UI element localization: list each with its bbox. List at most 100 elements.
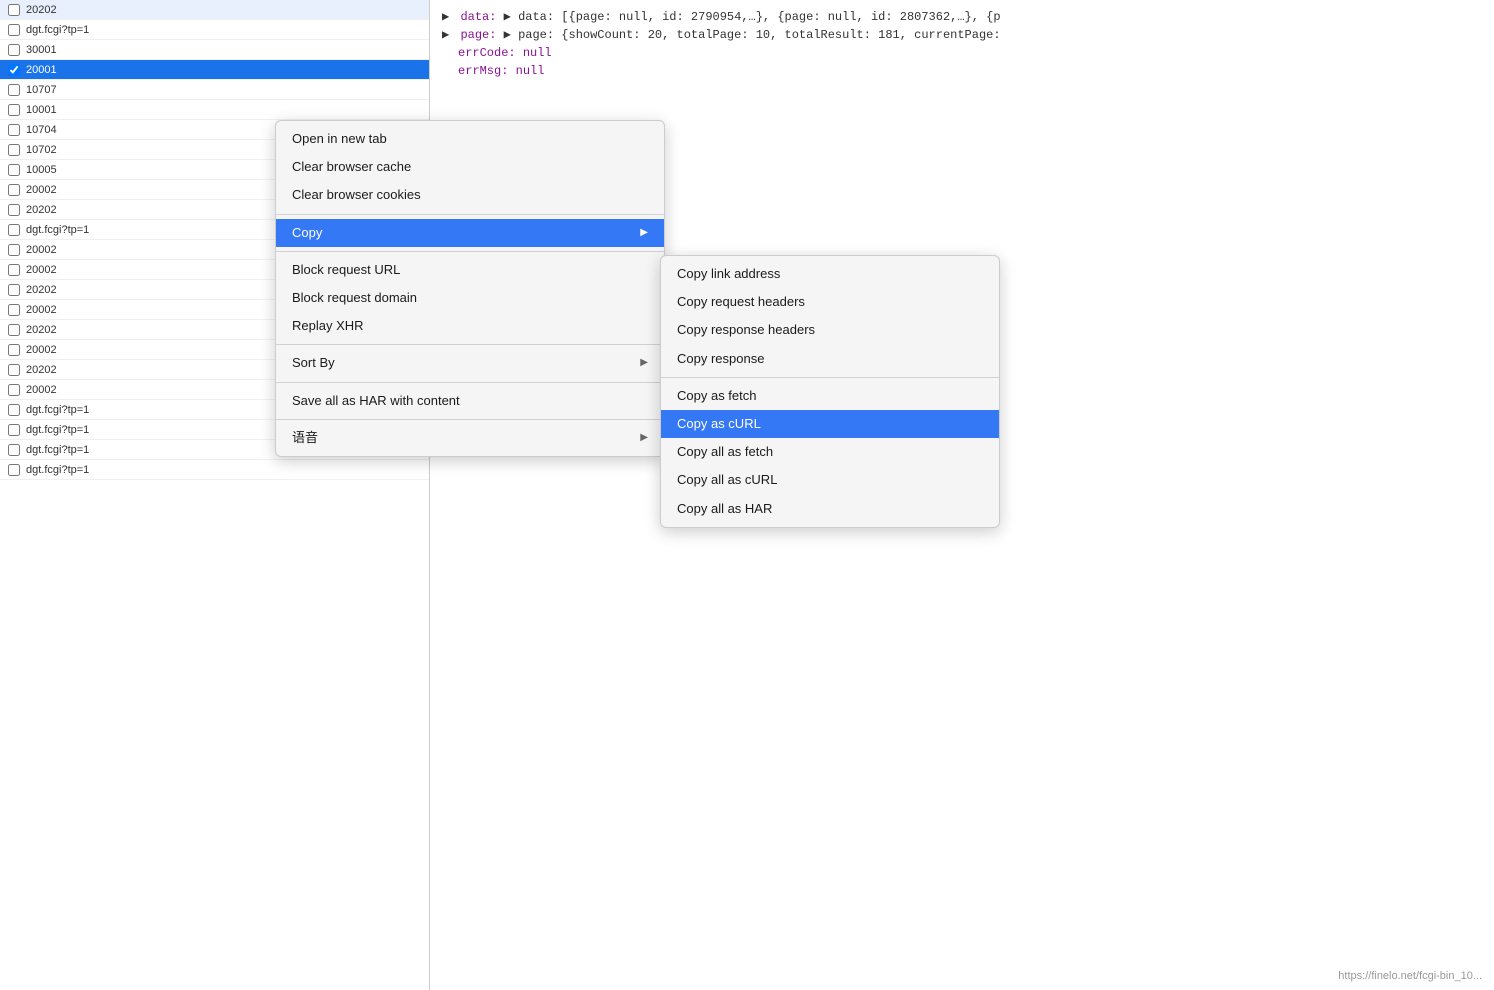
network-item[interactable]: 20001 — [0, 60, 429, 80]
network-item-label: 20002 — [26, 344, 57, 356]
network-item-label: 20001 — [26, 64, 57, 76]
value-errmsg: null — [516, 64, 545, 78]
response-line-errmsg: errMsg: null — [442, 62, 1482, 80]
submenu-item-copy-link-address[interactable]: Copy link address — [661, 260, 999, 288]
network-item-checkbox[interactable] — [8, 444, 20, 456]
network-item-checkbox[interactable] — [8, 64, 20, 76]
submenu-item-copy-as-curl[interactable]: Copy as cURL — [661, 410, 999, 438]
menu-item-save-har[interactable]: Save all as HAR with content — [276, 387, 664, 415]
submenu-item-label: Copy response — [677, 350, 764, 368]
network-item-label: 20002 — [26, 304, 57, 316]
menu-item-block-url[interactable]: Block request URL — [276, 256, 664, 284]
network-item-checkbox[interactable] — [8, 44, 20, 56]
response-line-errcode: errCode: null — [442, 44, 1482, 62]
network-item[interactable]: 10001 — [0, 100, 429, 120]
submenu-separator — [661, 377, 999, 378]
menu-item-clear-cookies[interactable]: Clear browser cookies — [276, 181, 664, 209]
network-item-checkbox[interactable] — [8, 324, 20, 336]
network-item-label: dgt.fcgi?tp=1 — [26, 424, 89, 436]
menu-item-replay-xhr[interactable]: Replay XHR — [276, 312, 664, 340]
network-item[interactable]: 30001 — [0, 40, 429, 60]
submenu-item-copy-response-headers[interactable]: Copy response headers — [661, 316, 999, 344]
key-errmsg: errMsg: — [458, 64, 508, 78]
network-item-checkbox[interactable] — [8, 264, 20, 276]
network-item-checkbox[interactable] — [8, 164, 20, 176]
expand-arrow-data: ▶ — [442, 10, 449, 24]
network-item-label: dgt.fcgi?tp=1 — [26, 404, 89, 416]
key-errcode: errCode: — [458, 46, 516, 60]
network-item[interactable]: 20202 — [0, 0, 429, 20]
menu-item-copy[interactable]: Copy▶ — [276, 219, 664, 247]
expand-arrow-page: ▶ — [442, 28, 449, 42]
submenu-item-copy-response[interactable]: Copy response — [661, 345, 999, 373]
network-item-label: 20002 — [26, 184, 57, 196]
menu-item-label: Block request URL — [292, 261, 400, 279]
network-item-checkbox[interactable] — [8, 144, 20, 156]
menu-separator — [276, 214, 664, 215]
response-line-data: ▶ data: ▶ data: [{page: null, id: 279095… — [442, 8, 1482, 26]
submenu-item-label: Copy response headers — [677, 321, 815, 339]
network-item-checkbox[interactable] — [8, 204, 20, 216]
context-menu: Open in new tab Clear browser cache Clear … — [275, 120, 665, 457]
network-item-checkbox[interactable] — [8, 464, 20, 476]
submenu-item-copy-as-fetch[interactable]: Copy as fetch — [661, 382, 999, 410]
menu-item-label: Block request domain — [292, 289, 417, 307]
value-data: ▶ data: [{page: null, id: 2790954,…}, {p… — [504, 10, 1001, 24]
network-item-checkbox[interactable] — [8, 24, 20, 36]
network-item-checkbox[interactable] — [8, 184, 20, 196]
menu-separator — [276, 344, 664, 345]
network-item-label: 20202 — [26, 284, 57, 296]
network-item-label: 10707 — [26, 84, 57, 96]
menu-item-language[interactable]: 语音▶ — [276, 424, 664, 452]
menu-item-label: Clear browser cookies — [292, 186, 421, 204]
submenu-item-copy-all-as-har[interactable]: Copy all as HAR — [661, 495, 999, 523]
menu-item-label: Replay XHR — [292, 317, 364, 335]
network-item-label: dgt.fcgi?tp=1 — [26, 24, 89, 36]
network-item-checkbox[interactable] — [8, 84, 20, 96]
submenu-item-label: Copy as cURL — [677, 415, 761, 433]
menu-item-label: Open in new tab — [292, 130, 387, 148]
menu-item-open-new-tab[interactable]: Open in new tab — [276, 125, 664, 153]
key-page: page: — [460, 28, 503, 42]
submenu-arrow-icon: ▶ — [640, 356, 648, 370]
menu-item-sort-by[interactable]: Sort By ▶ — [276, 349, 664, 377]
network-item-checkbox[interactable] — [8, 424, 20, 436]
network-item-checkbox[interactable] — [8, 124, 20, 136]
submenu-item-copy-request-headers[interactable]: Copy request headers — [661, 288, 999, 316]
menu-separator — [276, 251, 664, 252]
submenu-item-label: Copy link address — [677, 265, 780, 283]
network-item-checkbox[interactable] — [8, 224, 20, 236]
network-item-checkbox[interactable] — [8, 304, 20, 316]
network-item-label: 20002 — [26, 244, 57, 256]
network-item-checkbox[interactable] — [8, 104, 20, 116]
network-item-label: 20002 — [26, 264, 57, 276]
network-item-checkbox[interactable] — [8, 4, 20, 16]
network-item-checkbox[interactable] — [8, 384, 20, 396]
menu-item-block-domain[interactable]: Block request domain — [276, 284, 664, 312]
network-item[interactable]: dgt.fcgi?tp=1 — [0, 20, 429, 40]
menu-item-clear-cache[interactable]: Clear browser cache — [276, 153, 664, 181]
network-item-label: 20202 — [26, 4, 57, 16]
network-item-checkbox[interactable] — [8, 404, 20, 416]
network-item-checkbox[interactable] — [8, 284, 20, 296]
submenu-item-copy-all-as-curl[interactable]: Copy all as cURL — [661, 466, 999, 494]
menu-item-label: Sort By — [292, 354, 335, 372]
menu-separator — [276, 419, 664, 420]
network-item-label: dgt.fcgi?tp=1 — [26, 224, 89, 236]
key-data: data: — [460, 10, 503, 24]
submenu-item-label: Copy as fetch — [677, 387, 757, 405]
network-item-checkbox[interactable] — [8, 244, 20, 256]
network-item-checkbox[interactable] — [8, 364, 20, 376]
response-line-page: ▶ page: ▶ page: {showCount: 20, totalPag… — [442, 26, 1482, 44]
submenu-item-label: Copy all as cURL — [677, 471, 777, 489]
network-item[interactable]: dgt.fcgi?tp=1 — [0, 460, 429, 480]
submenu-item-copy-all-as-fetch[interactable]: Copy all as fetch — [661, 438, 999, 466]
copy-submenu: Copy link address Copy request headers Cop… — [660, 255, 1000, 528]
network-item-label: 10702 — [26, 144, 57, 156]
status-text: https://finelo.net/fcgi-bin_10... — [1338, 970, 1482, 982]
network-item-label: dgt.fcgi?tp=1 — [26, 464, 89, 476]
network-item-checkbox[interactable] — [8, 344, 20, 356]
network-item-label: 20202 — [26, 204, 57, 216]
network-item[interactable]: 10707 — [0, 80, 429, 100]
network-item-label: 20202 — [26, 364, 57, 376]
